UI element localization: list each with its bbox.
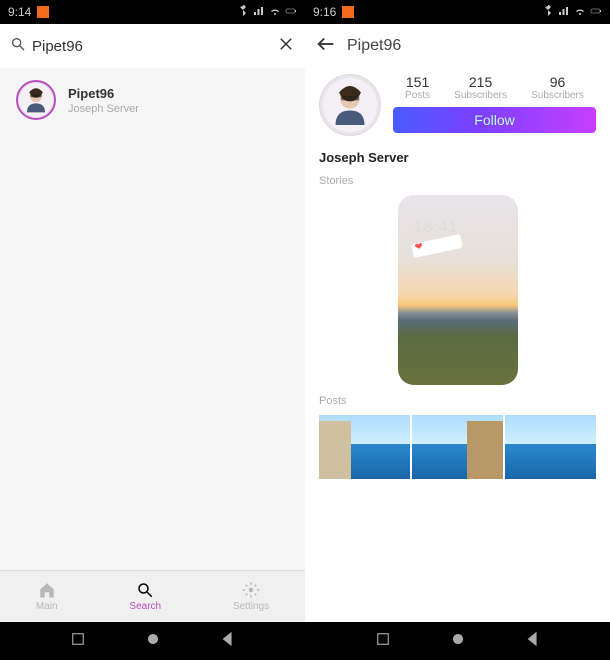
profile-avatar[interactable]: [319, 74, 381, 136]
android-nav-bar: [0, 622, 305, 660]
stories-label: Stories: [319, 175, 596, 187]
battery-icon: [285, 5, 297, 20]
search-bar: [0, 24, 305, 68]
story-time-overlay: 18:41: [414, 219, 459, 237]
status-time: 9:14: [8, 5, 31, 19]
post-tile[interactable]: [319, 415, 410, 479]
nav-main[interactable]: Main: [36, 581, 58, 612]
stat-posts[interactable]: 151 Posts: [405, 74, 430, 101]
status-notif-icon: [37, 6, 49, 18]
android-nav-bar: [305, 622, 610, 660]
post-tile[interactable]: [412, 415, 503, 479]
wifi-icon: [574, 5, 586, 20]
bottom-nav: Main Search Settings: [0, 570, 305, 622]
status-bar: 9:16: [305, 0, 610, 24]
page-title: Pipet96: [347, 37, 401, 55]
status-notif-icon: [342, 6, 354, 18]
result-username: Pipet96: [68, 86, 139, 101]
stat-value: 151: [405, 74, 430, 90]
post-tile[interactable]: [505, 415, 596, 479]
status-time: 9:16: [313, 5, 336, 19]
close-icon[interactable]: [277, 35, 295, 58]
nav-search[interactable]: Search: [129, 581, 161, 612]
stat-following[interactable]: 96 Subscribers: [531, 74, 584, 101]
story-thumbnail[interactable]: 18:41: [398, 195, 518, 385]
android-recents-button[interactable]: [374, 630, 392, 653]
stat-value: 96: [531, 74, 584, 90]
posts-label: Posts: [319, 395, 596, 407]
avatar: [16, 80, 56, 120]
stat-label: Subscribers: [454, 90, 507, 101]
android-home-button[interactable]: [449, 630, 467, 653]
bluetooth-icon: [542, 5, 554, 20]
battery-icon: [590, 5, 602, 20]
signal-icon: [558, 5, 570, 20]
stat-subscribers[interactable]: 215 Subscribers: [454, 74, 507, 101]
android-recents-button[interactable]: [69, 630, 87, 653]
search-input[interactable]: [32, 38, 277, 55]
android-back-button[interactable]: [219, 630, 237, 653]
signal-icon: [253, 5, 265, 20]
stat-label: Subscribers: [531, 90, 584, 101]
nav-label: Main: [36, 601, 58, 612]
android-back-button[interactable]: [524, 630, 542, 653]
nav-label: Settings: [233, 601, 269, 612]
result-display-name: Joseph Server: [68, 103, 139, 115]
follow-button[interactable]: Follow: [393, 107, 596, 133]
follow-button-label: Follow: [474, 112, 514, 128]
nav-settings[interactable]: Settings: [233, 581, 269, 612]
status-bar: 9:14: [0, 0, 305, 24]
android-home-button[interactable]: [144, 630, 162, 653]
stat-value: 215: [454, 74, 507, 90]
nav-label: Search: [129, 601, 161, 612]
wifi-icon: [269, 5, 281, 20]
stat-label: Posts: [405, 90, 430, 101]
search-icon: [10, 36, 26, 57]
back-button[interactable]: [315, 33, 337, 60]
profile-display-name: Joseph Server: [319, 150, 596, 165]
bluetooth-icon: [237, 5, 249, 20]
profile-header: Pipet96: [305, 24, 610, 68]
search-result-item[interactable]: Pipet96 Joseph Server: [0, 68, 305, 132]
